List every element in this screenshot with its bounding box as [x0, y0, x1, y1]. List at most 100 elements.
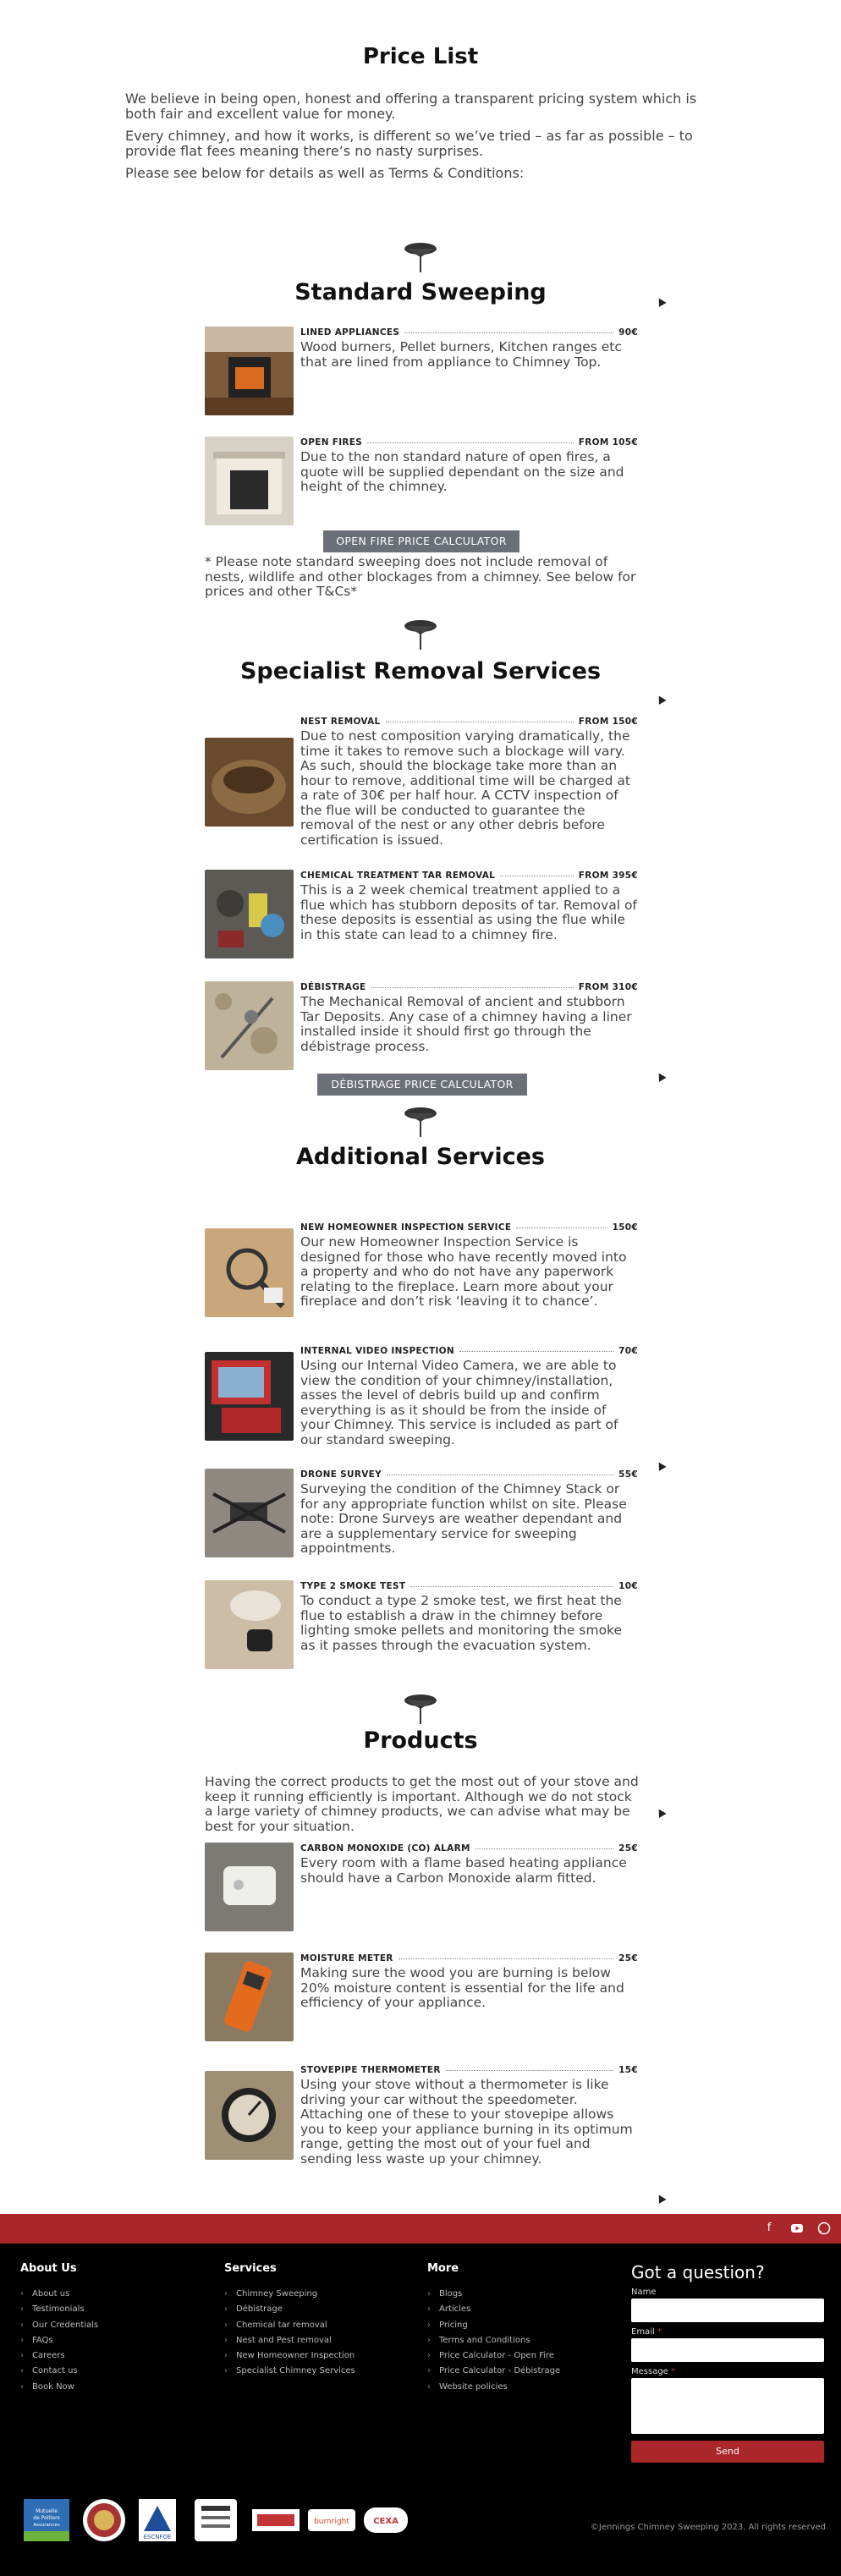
- svg-text:de Poitiers: de Poitiers: [33, 2515, 59, 2521]
- partner-logos: Mutuelle de Poitiers Assurances ESCNFOE: [24, 2497, 413, 2543]
- escnfoe-logo: ESCNFOE: [139, 2499, 176, 2541]
- whatsapp-icon[interactable]: [817, 2222, 831, 2235]
- footer-link[interactable]: New Homeowner Inspection: [224, 2348, 355, 2364]
- footer: About Us About us Testimonials Our Crede…: [0, 2244, 841, 2576]
- drone-image: [205, 1469, 294, 1557]
- mouse-cursor-icon: [655, 1460, 667, 1471]
- chimney-brush-icon: [404, 243, 437, 272]
- products-intro: Having the correct products to get the m…: [205, 1774, 639, 1834]
- debistrage-image: [205, 981, 294, 1070]
- social-bar: f: [0, 2214, 841, 2244]
- item-name: NEW HOMEOWNER INSPECTION SERVICE: [300, 1222, 512, 1233]
- intro-paragraph: Please see below for details as well as …: [125, 165, 525, 181]
- footer-link[interactable]: About us: [20, 2287, 98, 2302]
- item-price: 25€: [618, 1953, 638, 1964]
- svg-text:Mutuelle: Mutuelle: [36, 2508, 58, 2514]
- item-description: The Mechanical Removal of ancient and st…: [300, 994, 632, 1054]
- section-title-standard: Standard Sweeping: [294, 279, 547, 305]
- chimney-brush-icon: [404, 620, 437, 650]
- homeowner-inspection-image: [205, 1228, 294, 1317]
- footer-link[interactable]: Our Credentials: [20, 2318, 98, 2333]
- email-field[interactable]: [631, 2338, 824, 2362]
- footer-link[interactable]: FAQs: [20, 2333, 98, 2348]
- item-name: DÉBISTRAGE: [300, 982, 366, 992]
- send-button[interactable]: Send: [631, 2441, 824, 2463]
- item-description: Wood burners, Pellet burners, Kitchen ra…: [300, 339, 622, 370]
- facebook-icon[interactable]: f: [762, 2222, 776, 2235]
- intro-paragraph: Every chimney, and how it works, is diff…: [125, 128, 693, 159]
- seal-logo: [83, 2499, 125, 2541]
- open-fire-image: [205, 437, 294, 525]
- name-field[interactable]: [631, 2299, 824, 2322]
- item-price: FROM 105€: [578, 437, 638, 448]
- footer-link[interactable]: Specialist Chimney Services: [224, 2364, 355, 2379]
- nest-image: [205, 738, 294, 827]
- item-description: Every room with a flame based heating ap…: [300, 1855, 627, 1886]
- message-label: Message *: [631, 2367, 676, 2376]
- footer-link[interactable]: Careers: [20, 2348, 98, 2364]
- mutuelle-logo: Mutuelle de Poitiers Assurances: [24, 2499, 69, 2541]
- item-description: This is a 2 week chemical treatment appl…: [300, 882, 637, 942]
- item-description: Due to nest composition varying dramatic…: [300, 728, 630, 848]
- item-name: NEST REMOVAL: [300, 717, 381, 727]
- item-name: INTERNAL VIDEO INSPECTION: [300, 1346, 454, 1356]
- item-price: 90€: [618, 327, 638, 338]
- item-description: Our new Homeowner Inspection Service is …: [300, 1234, 627, 1309]
- name-label: Name: [631, 2288, 657, 2297]
- svg-text:ESCNFOE: ESCNFOE: [144, 2534, 172, 2540]
- item-name: TYPE 2 SMOKE TEST: [300, 1581, 406, 1591]
- footer-link[interactable]: Price Calculator - Open Fire: [427, 2348, 560, 2364]
- open-fire-calculator-button[interactable]: OPEN FIRE PRICE CALCULATOR: [323, 530, 519, 552]
- footer-link[interactable]: Price Calculator - Débistrage: [427, 2364, 560, 2379]
- footer-column-title: More: [427, 2262, 459, 2275]
- footer-link[interactable]: Articles: [427, 2302, 560, 2317]
- intro: We believe in being open, honest and off…: [125, 91, 717, 188]
- footer-link[interactable]: Chemical tar removal: [224, 2318, 355, 2333]
- section-title-additional: Additional Services: [296, 1144, 545, 1170]
- footer-link[interactable]: Terms and Conditions: [427, 2333, 560, 2348]
- footer-link[interactable]: Nest and Pest removal: [224, 2333, 355, 2348]
- item-name: OPEN FIRES: [300, 437, 363, 448]
- cexa-logo: CEXA: [364, 2507, 408, 2533]
- footer-link[interactable]: Chimney Sweeping: [224, 2287, 355, 2302]
- item-name: MOISTURE METER: [300, 1953, 393, 1964]
- message-field[interactable]: [631, 2378, 824, 2434]
- item-description: To conduct a type 2 smoke test, we first…: [300, 1593, 623, 1653]
- item-name: LINED APPLIANCES: [300, 327, 400, 338]
- youtube-icon[interactable]: [790, 2222, 804, 2235]
- item-description: Making sure the wood you are burning is …: [300, 1965, 624, 2010]
- item-price: 55€: [618, 1469, 638, 1480]
- item-description: Due to the non standard nature of open f…: [300, 449, 624, 494]
- co-alarm-image: [205, 1843, 294, 1931]
- mouse-cursor-icon: [655, 1071, 667, 1082]
- footer-link[interactable]: Blogs: [427, 2287, 560, 2302]
- mouse-cursor-icon: [655, 694, 667, 705]
- footer-link[interactable]: Contact us: [20, 2364, 98, 2379]
- page: Price List We believe in being open, hon…: [0, 0, 841, 2576]
- footer-link[interactable]: Testimonials: [20, 2302, 98, 2317]
- thermometer-image: [205, 2071, 294, 2160]
- item-name: STOVEPIPE THERMOMETER: [300, 2065, 441, 2075]
- footer-link[interactable]: Website policies: [427, 2380, 560, 2395]
- page-title: Price List: [362, 44, 479, 69]
- footer-services-column: Services Chimney Sweeping Débistrage Che…: [224, 2262, 355, 2380]
- footer-link[interactable]: Pricing: [427, 2318, 560, 2333]
- video-inspection-image: [205, 1352, 294, 1441]
- partner-logo: [252, 2509, 300, 2531]
- debistrage-calculator-button[interactable]: DÉBISTRAGE PRICE CALCULATOR: [317, 1074, 527, 1096]
- item-description: Using our Internal Video Camera, we are …: [300, 1358, 618, 1447]
- footer-link[interactable]: Débistrage: [224, 2302, 355, 2317]
- mouse-cursor-icon: [655, 1807, 667, 1818]
- contact-form-title: Got a question?: [631, 2262, 765, 2282]
- item-name: CHEMICAL TREATMENT TAR REMOVAL: [300, 871, 496, 881]
- contact-form: Got a question? Name Email * Message * S…: [631, 2262, 824, 2463]
- copyright: ©Jennings Chimney Sweeping 2023. All rig…: [590, 2523, 826, 2532]
- item-description: Using your stove without a thermometer i…: [300, 2077, 633, 2167]
- certificate-logo: [195, 2499, 237, 2541]
- moisture-meter-image: [205, 1953, 294, 2041]
- footer-column-title: Services: [224, 2262, 277, 2275]
- intro-paragraph: We believe in being open, honest and off…: [125, 91, 697, 122]
- chimney-brush-icon: [404, 1694, 437, 1724]
- footer-about-column: About Us About us Testimonials Our Crede…: [20, 2262, 98, 2395]
- footer-link[interactable]: Book Now: [20, 2380, 98, 2395]
